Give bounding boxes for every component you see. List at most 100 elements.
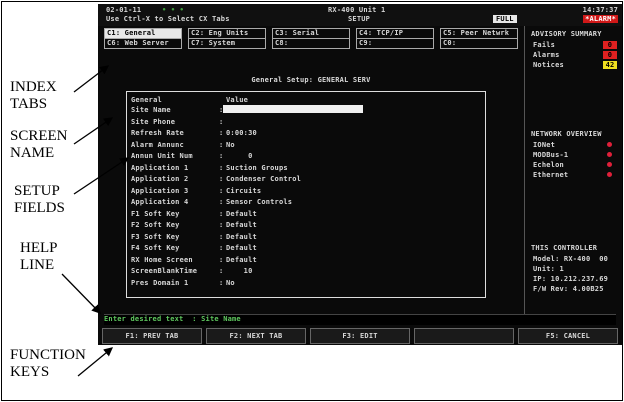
callout-index-tabs-line1: INDEX [10,79,57,95]
network-label: MODBus-1 [533,151,569,159]
setup-field-value[interactable]: 0 [226,152,253,160]
network-title: NETWORK OVERVIEW [531,130,602,138]
setup-field-value[interactable]: Sensor Controls [226,198,292,206]
setup-field-value[interactable]: Suction Groups [226,164,288,172]
setup-field-separator: : [219,209,224,218]
callout-function-keys-line1: FUNCTION [10,347,86,363]
advisory-label: Fails [533,41,556,49]
callout-index-tabs-line2: TABS [10,96,48,112]
setup-field-separator: : [219,244,224,252]
setup-field-separator: : [219,278,224,287]
setup-field-separator: : [219,175,224,183]
setup-field-label: F2 Soft Key [131,221,180,229]
setup-field-label: Alarm Annunc [131,140,184,149]
setup-field-value[interactable]: Default [226,244,257,252]
function-keys: F1: PREV TAB F2: NEXT TAB F3: EDIT F5: C… [98,326,622,345]
advisory-count-badge[interactable]: 0 [603,51,617,59]
setup-field-label: RX Home Screen [131,255,193,264]
setup-field-separator: : [219,129,224,137]
advisory-label: Alarms [533,51,560,59]
network-status-dot-icon [607,142,612,147]
network-status-dot-icon [607,152,612,157]
full-badge: FULL [493,15,517,23]
setup-field-value[interactable]: Default [226,210,257,218]
f4-key[interactable] [414,328,514,344]
callout-setup-fields-line1: SETUP [14,183,60,199]
setup-field-separator: : [219,140,224,149]
controller-screen: 02-01-11 • • • Use Ctrl-X to Select CX T… [98,4,622,345]
col-header-general-label: General [131,96,162,104]
network-status-dot-icon [607,172,612,177]
setup-field-label: Application 1 [131,163,189,172]
controller-fw: F/W Rev: 4.00B25 [533,285,604,293]
setup-field-separator: : [219,267,224,275]
setup-field-label: Site Phone [131,117,176,126]
advisory-count-badge[interactable]: 42 [603,61,617,69]
callout-screen-name: SCREEN NAME [10,128,68,162]
setup-panel: General Setup: GENERAL SERV General Valu… [104,48,518,298]
controller-unit: Unit: 1 [533,265,564,273]
header-bar: 02-01-11 • • • Use Ctrl-X to Select CX T… [98,4,622,26]
setup-field-value[interactable]: Condenser Control [226,175,301,183]
site-name-input[interactable] [223,105,363,113]
setup-field-separator: : [219,255,224,264]
status-dots: • • • [162,6,185,14]
header-hint: Use Ctrl-X to Select CX Tabs [106,15,230,23]
screen-mode: SETUP [348,15,371,23]
setup-field-value[interactable]: Circuits [226,187,261,195]
setup-field-label: ScreenBlankTime [131,267,198,275]
f5-cancel-key[interactable]: F5: CANCEL [518,328,618,344]
alarm-badge[interactable]: *ALARM* [583,15,618,23]
network-status-dot-icon [607,162,612,167]
setup-field-label: Application 4 [131,198,189,206]
setup-field-value[interactable]: No [226,279,235,287]
callout-setup-fields: SETUP FIELDS [14,183,65,217]
setup-field-value[interactable]: 10 [226,267,253,275]
setup-field-separator: : [219,198,224,206]
f3-edit-key[interactable]: F3: EDIT [310,328,410,344]
callout-help-line-line1: HELP [20,240,58,256]
setup-field-value[interactable]: Default [226,256,257,264]
f2-next-tab-key[interactable]: F2: NEXT TAB [206,328,306,344]
setup-field-separator: : [219,186,224,195]
header-date: 02-01-11 [106,6,142,14]
setup-field-separator: : [219,117,224,126]
setup-field-value[interactable]: Default [226,233,257,241]
setup-field-separator: : [219,163,224,172]
sidebar: ADVISORY SUMMARY Fails 0 Alarms 0 Notices 42 … [524,26,622,318]
setup-field-value[interactable]: 0:00:30 [226,129,257,137]
setup-field-label: Pres Domain 1 [131,278,189,287]
setup-field-label: Refresh Rate [131,129,184,137]
setup-fields: General Value Site Name: Site Phone: Refre… [126,91,486,298]
callout-function-keys: FUNCTION KEYS [10,347,86,381]
advisory-count-badge[interactable]: 0 [603,41,617,49]
controller-ip: IP: 10.212.237.69 [533,275,609,283]
tab-row-2: C6: Web Server C7: System C8: C9: C0: [104,38,528,49]
callout-screen-name-line1: SCREEN [10,128,68,144]
setup-field-label: F1 Soft Key [131,209,180,218]
network-label: IONet [533,141,556,149]
advisory-title: ADVISORY SUMMARY [531,30,602,38]
controller-model: Model: RX-400 00 [533,255,609,263]
setup-field-label: Application 2 [131,175,189,183]
col-header-general: General [131,96,162,104]
help-line: Enter desired text : Site Name [104,314,616,325]
setup-field-label: Annun Unit Num [131,152,193,160]
header-time: 14:37:37 [582,6,618,14]
callout-function-keys-line2: KEYS [10,364,50,380]
callout-screen-name-line2: NAME [10,145,55,161]
f1-prev-tab-key[interactable]: F1: PREV TAB [102,328,202,344]
callout-help-line-line2: LINE [20,257,55,273]
setup-field-label: F4 Soft Key [131,244,180,252]
setup-field-separator: : [219,106,224,114]
network-label: Echelon [533,161,564,169]
setup-field-separator: : [219,221,224,229]
setup-field-separator: : [219,232,224,241]
controller-title: THIS CONTROLLER [531,244,598,252]
col-header-value: Value [226,96,249,104]
tab-row-1: C1: General C2: Eng Units C3: Serial C4:… [104,28,528,39]
setup-field-value[interactable]: No [226,141,235,149]
unit-name: RX-400 Unit 1 [328,6,386,14]
callout-help-line: HELP LINE [20,240,58,274]
setup-field-value[interactable]: Default [226,221,257,229]
